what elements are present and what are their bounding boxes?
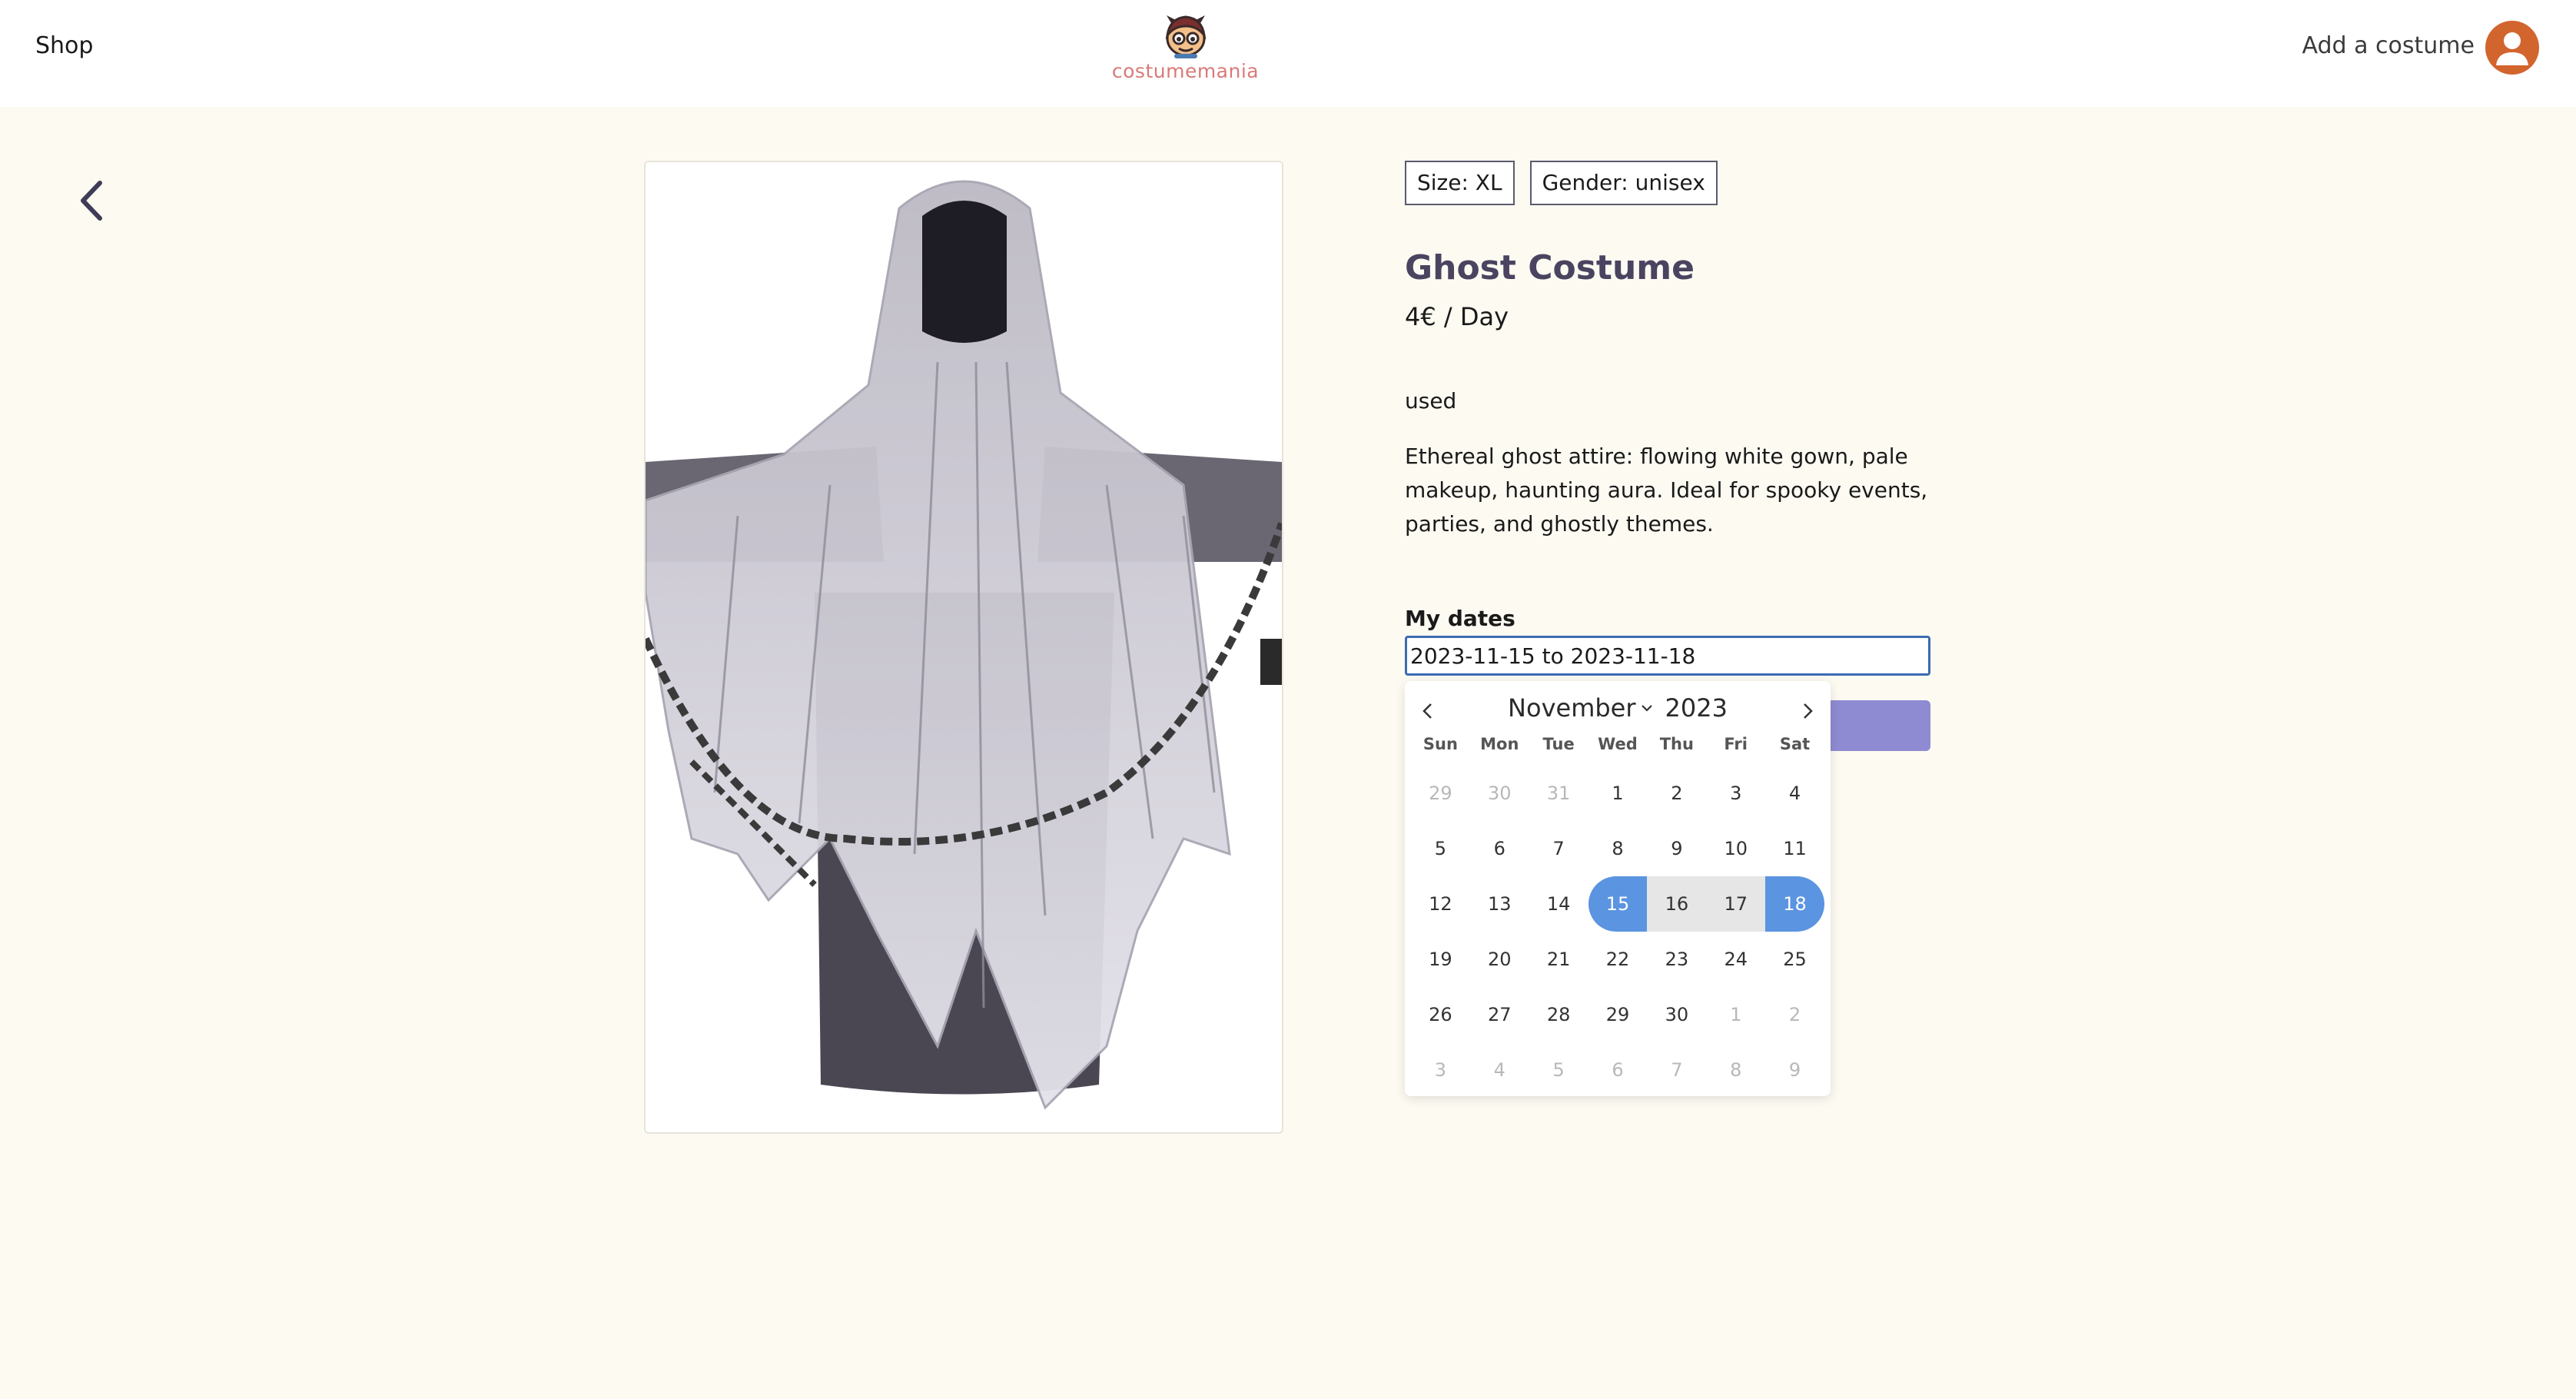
calendar-day[interactable]: 15: [1588, 876, 1648, 932]
calendar-day[interactable]: 21: [1529, 932, 1588, 987]
product-price: 4€ / Day: [1405, 302, 1509, 331]
calendar-day[interactable]: 9: [1765, 1042, 1824, 1098]
calendar-day[interactable]: 5: [1529, 1042, 1588, 1098]
weekday-label: Tue: [1542, 735, 1575, 753]
calendar-day[interactable]: 5: [1411, 821, 1470, 876]
ghost-costume-image: [646, 180, 1282, 1110]
chevron-right-icon: [1804, 703, 1813, 719]
calendar-day[interactable]: 23: [1647, 932, 1706, 987]
calendar-header: November 2023: [1405, 689, 1831, 727]
next-month-button[interactable]: [1792, 692, 1823, 730]
logo-text: costumemania: [1111, 60, 1260, 82]
calendar-day[interactable]: 29: [1588, 987, 1648, 1042]
calendar-day[interactable]: 22: [1588, 932, 1648, 987]
calendar-day[interactable]: 6: [1470, 821, 1529, 876]
calendar-day[interactable]: 13: [1470, 876, 1529, 932]
logo-mascot-icon: [1165, 15, 1206, 58]
product-description: Ethereal ghost attire: flowing white gow…: [1405, 444, 1928, 537]
month-select[interactable]: November: [1508, 693, 1654, 723]
calendar-days-grid: 29 30 31 1 2 3 4 5 6 7 8 9 10 11 12 13 14 15 16 17 18 19 20 21 2…: [1411, 766, 1824, 1098]
product-tags: Size: XL Gender: unisex: [1405, 161, 1718, 205]
size-tag: Size: XL: [1405, 161, 1515, 205]
calendar-day[interactable]: 27: [1470, 987, 1529, 1042]
product-title: Ghost Costume: [1405, 248, 1695, 287]
calendar-day[interactable]: 30: [1470, 766, 1529, 821]
weekday-label: Thu: [1659, 735, 1694, 753]
year-input[interactable]: 2023: [1665, 693, 1728, 723]
dates-label: My dates: [1405, 606, 1515, 631]
month-label: November: [1508, 693, 1636, 723]
back-button[interactable]: [71, 174, 114, 228]
calendar-day[interactable]: 28: [1529, 987, 1588, 1042]
calendar-day[interactable]: 26: [1411, 987, 1470, 1042]
calendar-day[interactable]: 7: [1647, 1042, 1706, 1098]
weekday-label: Fri: [1724, 735, 1748, 753]
gender-tag: Gender: unisex: [1529, 161, 1718, 205]
calendar-day[interactable]: 3: [1411, 1042, 1470, 1098]
calendar-day[interactable]: 2: [1765, 987, 1824, 1042]
calendar-day[interactable]: 1: [1588, 766, 1648, 821]
chevron-left-icon: [81, 181, 102, 221]
calendar-day[interactable]: 24: [1706, 932, 1765, 987]
calendar-day[interactable]: 30: [1647, 987, 1706, 1042]
calendar-day[interactable]: 17: [1706, 876, 1766, 932]
calendar-day[interactable]: 8: [1706, 1042, 1765, 1098]
logo[interactable]: costumemania: [1107, 12, 1264, 89]
calendar-day[interactable]: 8: [1588, 821, 1648, 876]
user-avatar[interactable]: [2485, 21, 2539, 75]
calendar-day[interactable]: 4: [1470, 1042, 1529, 1098]
calendar-day[interactable]: 1: [1706, 987, 1765, 1042]
top-bar: Shop costumemania Add a costume: [0, 0, 2576, 107]
weekday-label: Wed: [1598, 735, 1638, 753]
calendar-day[interactable]: 6: [1588, 1042, 1648, 1098]
date-picker-calendar: November 2023 Sun Mon Tue Wed Thu Fri Sa…: [1405, 681, 1831, 1096]
calendar-day[interactable]: 4: [1765, 766, 1824, 821]
chevron-down-icon: [1641, 705, 1652, 712]
weekday-row: Sun Mon Tue Wed Thu Fri Sat: [1411, 735, 1824, 753]
weekday-label: Mon: [1480, 735, 1519, 753]
calendar-day[interactable]: 18: [1765, 876, 1824, 932]
calendar-day[interactable]: 10: [1706, 821, 1765, 876]
date-range-input[interactable]: [1405, 636, 1930, 676]
product-image: [644, 161, 1283, 1134]
nav-shop-link[interactable]: Shop: [35, 32, 93, 59]
calendar-day[interactable]: 7: [1529, 821, 1588, 876]
calendar-day[interactable]: 3: [1706, 766, 1765, 821]
weekday-label: Sat: [1779, 735, 1811, 753]
user-icon: [2496, 32, 2528, 65]
calendar-day[interactable]: 12: [1411, 876, 1470, 932]
calendar-day[interactable]: 31: [1529, 766, 1588, 821]
calendar-day[interactable]: 9: [1647, 821, 1706, 876]
calendar-day[interactable]: 11: [1765, 821, 1824, 876]
calendar-day[interactable]: 14: [1529, 876, 1588, 932]
calendar-day[interactable]: 2: [1647, 766, 1706, 821]
calendar-day[interactable]: 29: [1411, 766, 1470, 821]
add-costume-link[interactable]: Add a costume: [2302, 32, 2475, 59]
product-condition: used: [1405, 388, 1457, 414]
calendar-day[interactable]: 25: [1765, 932, 1824, 987]
weekday-label: Sun: [1422, 735, 1458, 753]
calendar-day[interactable]: 20: [1470, 932, 1529, 987]
calendar-day[interactable]: 16: [1647, 876, 1707, 932]
calendar-day[interactable]: 19: [1411, 932, 1470, 987]
